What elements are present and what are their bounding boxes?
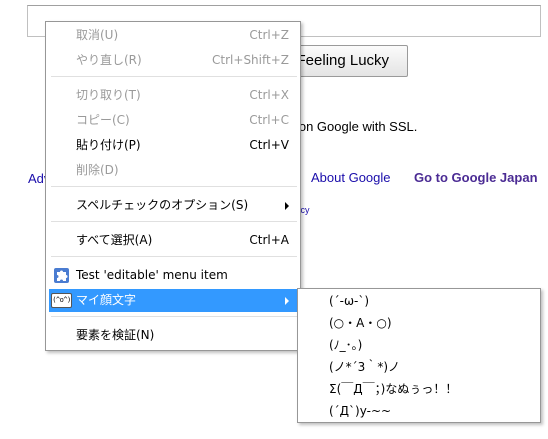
submenu-item-kaomoji-1[interactable]: (´-ω-`) (329, 290, 369, 312)
menu-item-my-kaomoji[interactable]: (^o^) マイ顔文字 (49, 289, 297, 312)
menu-item-select-all-label: すべて選択(A) (76, 233, 153, 247)
menu-item-redo[interactable]: やり直し(R) Ctrl+Shift+Z (49, 49, 297, 72)
ssl-notice: g on Google with SSL. (288, 119, 417, 134)
kaomoji-icon: (^o^) (51, 293, 72, 308)
menu-item-copy-shortcut: Ctrl+C (249, 113, 289, 127)
submenu-item-kaomoji-4[interactable]: (ノ*´3｀*)ノ (329, 356, 400, 378)
submenu-item-kaomoji-5[interactable]: Σ(￣Д￣；)なぬぅっ！！ (329, 378, 457, 400)
menu-item-select-all[interactable]: すべて選択(A) Ctrl+A (49, 229, 297, 252)
menu-item-redo-label: やり直し(R) (76, 53, 142, 67)
menu-item-copy[interactable]: コピー(C) Ctrl+C (49, 109, 297, 132)
menu-item-delete[interactable]: 削除(D) (49, 159, 297, 182)
menu-separator (51, 256, 297, 257)
menu-item-undo-label: 取消(U) (76, 28, 119, 42)
menu-item-test-editable-label: Test 'editable' menu item (76, 268, 228, 282)
menu-item-paste[interactable]: 貼り付け(P) Ctrl+V (49, 134, 297, 157)
menu-item-copy-label: コピー(C) (76, 113, 130, 127)
go-to-google-japan-link[interactable]: Go to Google Japan (414, 170, 538, 185)
submenu-item-kaomoji-6[interactable]: (´Д`)y-~~ (329, 400, 391, 422)
menu-separator (51, 221, 297, 222)
menu-item-spellcheck-label: スペルチェックのオプション(S) (76, 198, 249, 212)
kaomoji-submenu: (´-ω-`) (○・A・○) (ﾉ_･｡) (ノ*´3｀*)ノ Σ(￣Д￣；)… (297, 288, 541, 423)
submenu-item-kaomoji-3[interactable]: (ﾉ_･｡) (329, 334, 362, 356)
menu-item-inspect-label: 要素を検証(N) (76, 328, 155, 342)
menu-item-cut[interactable]: 切り取り(T) Ctrl+X (49, 84, 297, 107)
menu-item-cut-label: 切り取り(T) (76, 88, 141, 102)
chevron-right-icon (285, 297, 289, 305)
about-google-link[interactable]: About Google (311, 170, 391, 185)
menu-item-cut-shortcut: Ctrl+X (249, 88, 289, 102)
menu-item-paste-shortcut: Ctrl+V (249, 138, 289, 152)
menu-item-test-editable[interactable]: Test 'editable' menu item (49, 264, 297, 287)
menu-separator (51, 186, 297, 187)
ssl-text: on Google with SSL. (295, 119, 418, 134)
menu-item-redo-shortcut: Ctrl+Shift+Z (212, 53, 289, 67)
menu-item-inspect-element[interactable]: 要素を検証(N) (49, 324, 297, 347)
submenu-item-kaomoji-2[interactable]: (○・A・○) (329, 312, 392, 334)
menu-item-paste-label: 貼り付け(P) (76, 138, 141, 152)
menu-separator (51, 76, 297, 77)
chevron-right-icon (285, 202, 289, 210)
menu-item-spellcheck-options[interactable]: スペルチェックのオプション(S) (49, 194, 297, 217)
context-menu: 取消(U) Ctrl+Z やり直し(R) Ctrl+Shift+Z 切り取り(T… (45, 21, 301, 351)
puzzle-piece-icon (54, 268, 69, 283)
menu-item-my-kaomoji-label: マイ顔文字 (76, 293, 137, 307)
menu-item-undo[interactable]: 取消(U) Ctrl+Z (49, 24, 297, 47)
menu-separator (51, 316, 297, 317)
menu-item-select-all-shortcut: Ctrl+A (249, 233, 289, 247)
menu-item-delete-label: 削除(D) (76, 163, 119, 177)
menu-item-undo-shortcut: Ctrl+Z (249, 28, 289, 42)
